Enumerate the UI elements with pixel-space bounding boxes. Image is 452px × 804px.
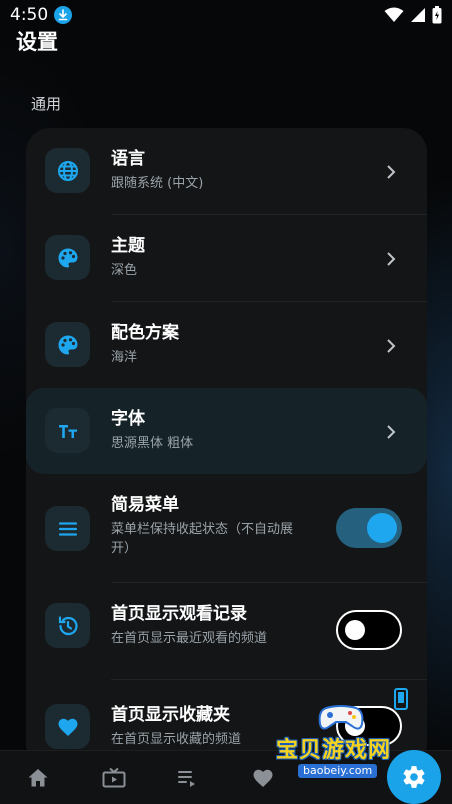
setting-font-value: 思源黑体 粗体 [111,436,194,451]
watermark-text: 宝贝游戏网 [276,738,392,763]
home-history-toggle[interactable] [336,610,402,650]
setting-simple-menu-value: 菜单栏保持收起状态（不自动展 开） [111,520,293,558]
setting-color-scheme-label: 配色方案 [111,323,179,343]
setting-home-favorites-value: 在首页显示收藏的频道 [111,732,242,747]
history-icon [45,603,90,648]
tv-icon[interactable] [101,766,127,790]
download-icon [54,6,73,24]
setting-theme-label: 主题 [111,236,145,256]
settings-gear-button[interactable] [387,750,441,804]
playlist-icon[interactable] [176,766,200,790]
chevron-right-icon [387,339,396,353]
setting-home-history-value: 在首页显示最近观看的频道 [111,631,268,646]
chevron-right-icon [387,165,396,179]
chevron-right-icon [387,425,396,439]
settings-card: 语言 跟随系统 (中文) 主题 深色 配色方案 海洋 字体 思源黑体 粗体 简易… [26,128,427,768]
section-title: 通用 [31,95,62,113]
heart-icon[interactable] [251,766,275,790]
setting-language[interactable]: 语言 跟随系统 (中文) [26,128,427,214]
signal-icon [411,8,425,22]
text-size-icon [45,408,90,453]
settings-gear-icon [403,766,425,788]
setting-language-value: 跟随系统 (中文) [111,176,204,191]
heart-icon [45,704,90,749]
battery-icon [432,6,442,24]
setting-home-history[interactable]: 首页显示观看记录 在首页显示最近观看的频道 [26,583,427,669]
menu-icon [45,506,90,551]
palette-icon [45,235,90,280]
chevron-right-icon [387,252,396,266]
status-time: 4:50 [10,5,49,25]
setting-simple-menu[interactable]: 简易菜单 菜单栏保持收起状态（不自动展 开） [26,484,427,580]
simple-menu-toggle[interactable] [336,508,402,548]
setting-simple-menu-label: 简易菜单 [111,495,179,515]
watermark-url: baobeiy.com [298,764,378,778]
toggle-knob [345,620,365,640]
gamepad-icon [318,705,364,730]
wifi-icon [384,7,404,22]
setting-font[interactable]: 字体 思源黑体 粗体 [26,388,427,474]
home-icon[interactable] [26,766,50,790]
page-title: 设置 [16,30,58,54]
status-bar: 4:50 [0,0,452,30]
setting-theme[interactable]: 主题 深色 [26,215,427,301]
setting-simple-menu-value-line1: 菜单栏保持收起状态（不自动展 [111,522,294,537]
setting-color-scheme[interactable]: 配色方案 海洋 [26,302,427,388]
setting-color-scheme-value: 海洋 [111,350,138,365]
setting-home-history-label: 首页显示观看记录 [111,604,247,624]
setting-theme-value: 深色 [111,263,138,278]
setting-simple-menu-value-line2: 开） [111,541,138,556]
phone-icon [394,688,408,710]
toggle-knob [367,513,397,543]
palette-icon [45,322,90,367]
setting-home-favorites-label: 首页显示收藏夹 [111,705,230,725]
setting-language-label: 语言 [111,149,145,169]
setting-font-label: 字体 [111,409,145,429]
globe-icon [45,148,90,193]
